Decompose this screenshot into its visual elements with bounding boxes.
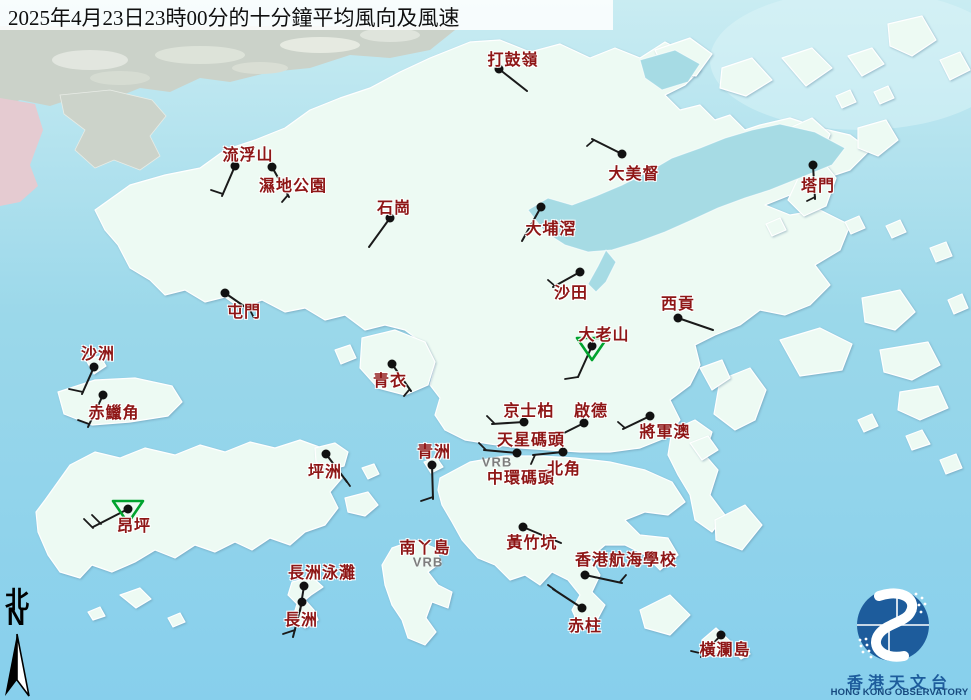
station-dot[interactable] — [576, 268, 585, 277]
wind-map-screen: 流浮山濕地公園打鼓嶺大美督塔門大埔滘石崗沙田西貢屯門沙洲赤鱲角昂坪青衣坪洲青洲京… — [0, 0, 971, 700]
station-dot[interactable] — [495, 65, 504, 74]
station-dot[interactable] — [519, 523, 528, 532]
station-dot[interactable] — [322, 450, 331, 459]
station-dot[interactable] — [618, 150, 627, 159]
hko-logo: 香港天文台 HONG KONG OBSERVATORY — [828, 583, 971, 700]
station-dot[interactable] — [300, 582, 309, 591]
station-dot[interactable] — [124, 505, 133, 514]
station-dot[interactable] — [513, 449, 522, 458]
station-dot[interactable] — [231, 162, 240, 171]
station-dot[interactable] — [578, 604, 587, 613]
station-dot[interactable] — [588, 342, 597, 351]
station-dot[interactable] — [581, 571, 590, 580]
hong-kong-map — [0, 0, 971, 700]
station-dot[interactable] — [221, 289, 230, 298]
urban-texture — [280, 37, 360, 53]
station-dot[interactable] — [537, 203, 546, 212]
urban-texture — [52, 50, 128, 70]
north-arrow-icon — [2, 632, 36, 700]
station-dot[interactable] — [646, 412, 655, 421]
station-dot[interactable] — [520, 418, 529, 427]
urban-texture — [155, 46, 245, 64]
station-dot[interactable] — [809, 161, 818, 170]
map-title: 2025年4月23日23時00分的十分鐘平均風向及風速 — [8, 2, 460, 32]
hko-logo-english: HONG KONG OBSERVATORY — [828, 687, 971, 698]
station-dot[interactable] — [386, 214, 395, 223]
station-dot[interactable] — [298, 598, 307, 607]
station-dot[interactable] — [717, 631, 726, 640]
station-dot[interactable] — [388, 360, 397, 369]
station-dot[interactable] — [268, 163, 277, 172]
station-dot[interactable] — [559, 448, 568, 457]
station-dot[interactable] — [674, 314, 683, 323]
north-compass: 北 N — [0, 580, 44, 700]
station-dot[interactable] — [580, 419, 589, 428]
north-letter-label: N — [7, 603, 25, 632]
title-bar: 2025年4月23日23時00分的十分鐘平均風向及風速 — [0, 0, 613, 30]
station-dot[interactable] — [428, 461, 437, 470]
wind-barb-shaft — [432, 465, 433, 499]
station-dot[interactable] — [99, 391, 108, 400]
station-dot[interactable] — [90, 363, 99, 372]
urban-texture — [90, 71, 150, 85]
urban-texture — [232, 62, 288, 74]
